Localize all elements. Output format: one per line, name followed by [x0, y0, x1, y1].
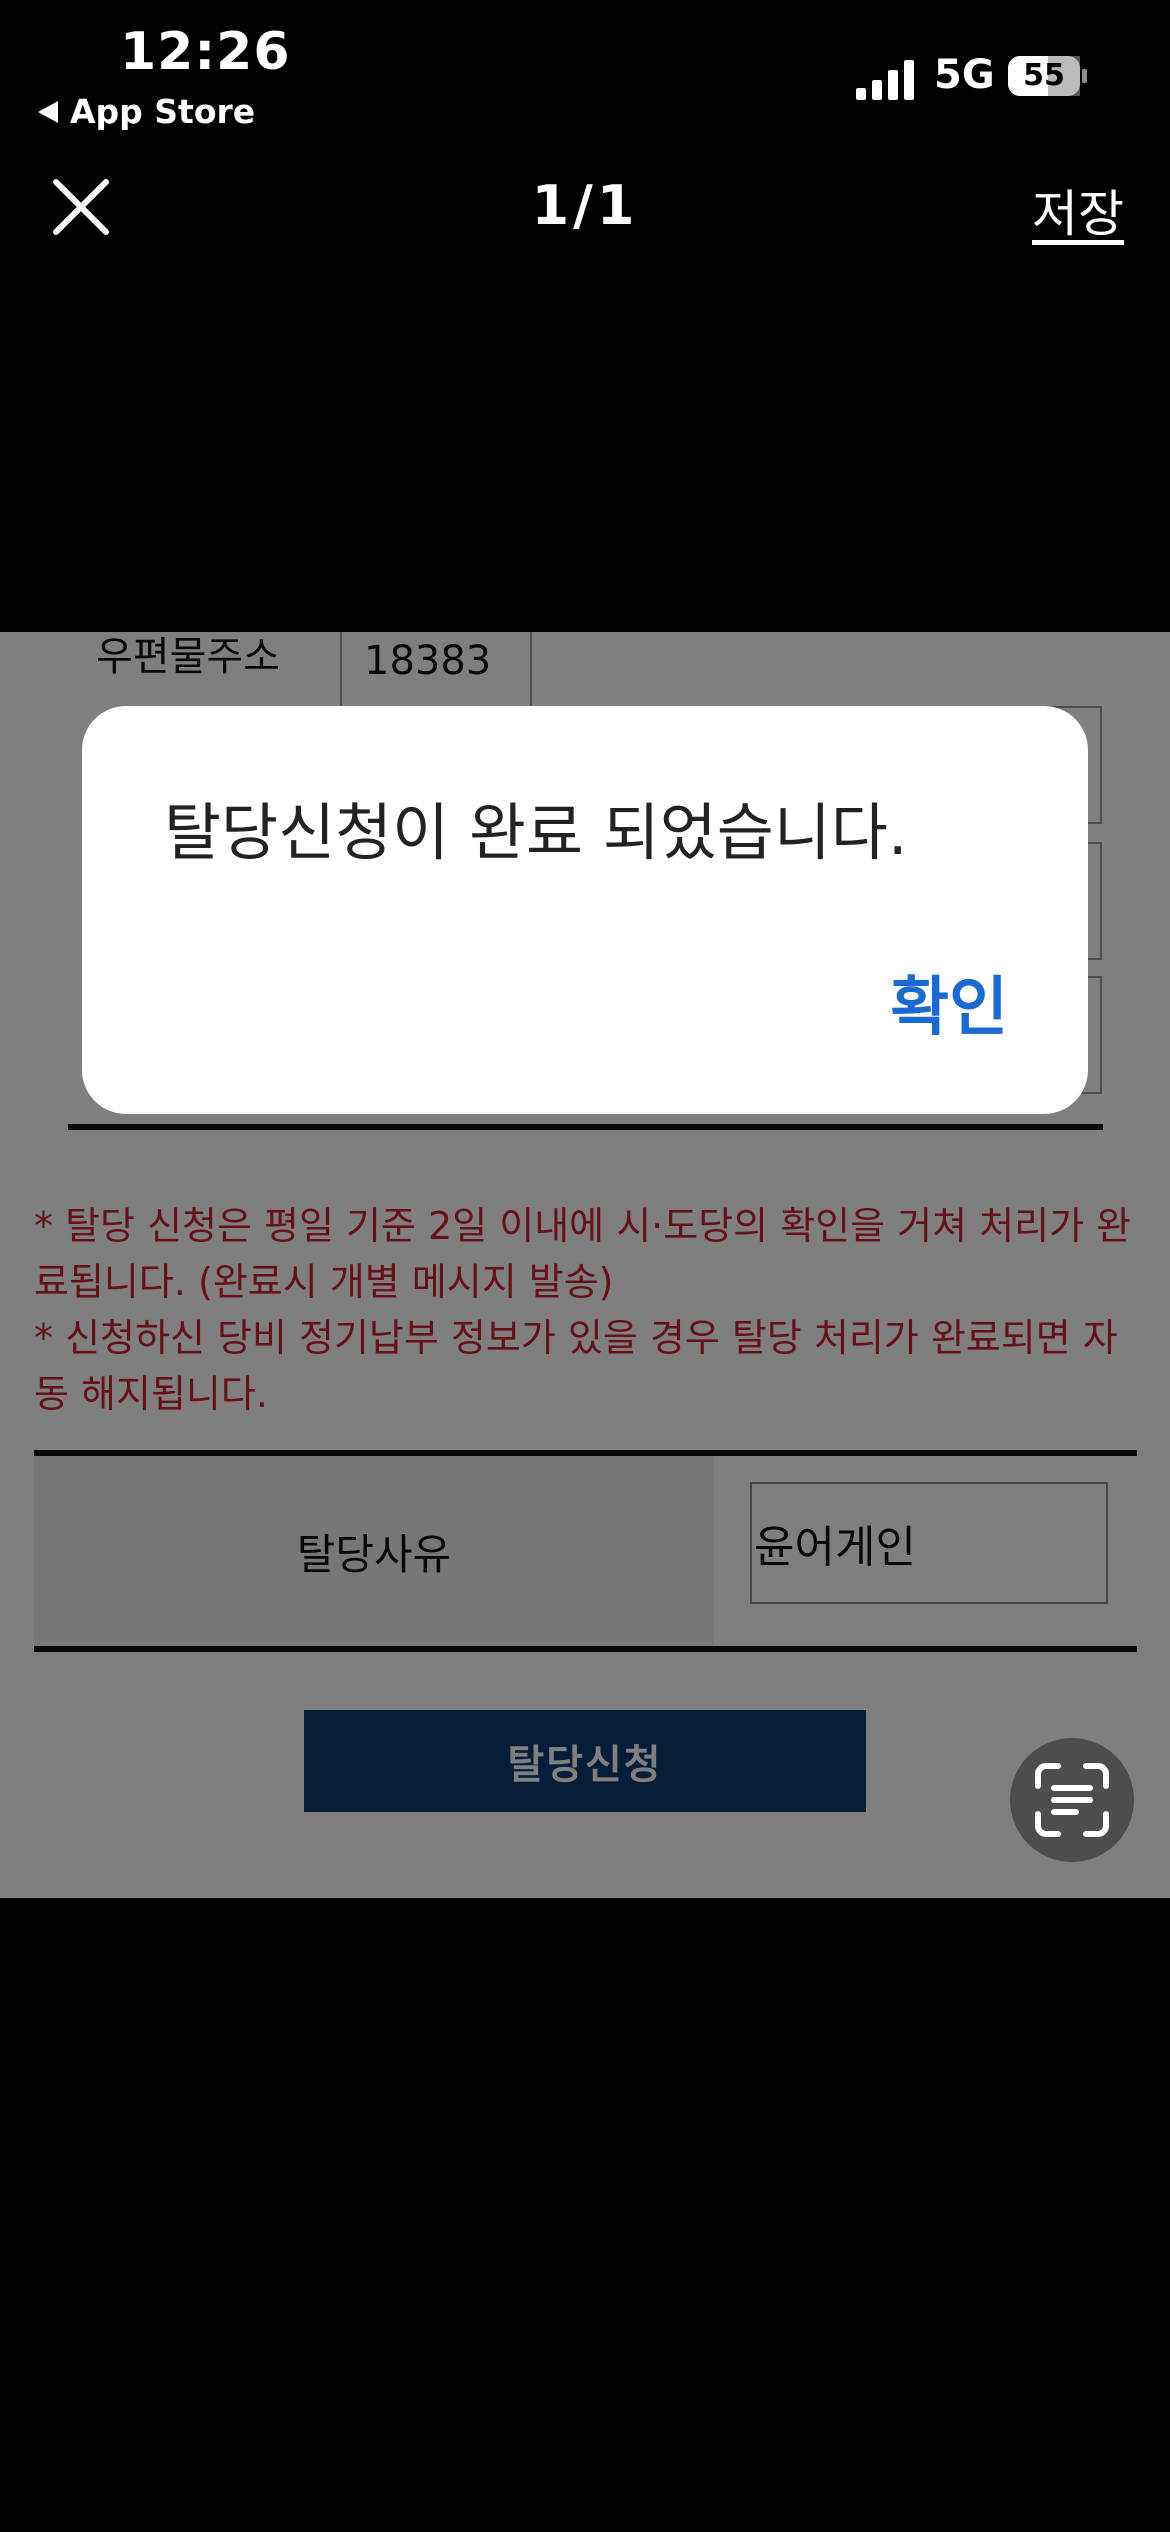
back-to-app-button[interactable]: App Store	[38, 92, 255, 131]
alert-dialog: 탈당신청이 완료 되었습니다. 확인	[82, 706, 1088, 1114]
dialog-confirm-button: 확인	[890, 971, 1008, 1045]
back-app-label: App Store	[70, 92, 256, 131]
save-button[interactable]: 저장	[1032, 174, 1124, 246]
signal-icon	[856, 60, 914, 100]
battery-icon: 55	[1008, 56, 1088, 96]
screenshot-image: 우편물주소 18383 * 탈당 신청은 평일 기준 2일 이내에 시·도당의 …	[0, 632, 1170, 1898]
live-text-scan-icon	[1035, 1763, 1109, 1837]
battery-level: 55	[1023, 58, 1065, 93]
network-type: 5G	[934, 52, 995, 98]
image-counter: 1/1	[531, 174, 639, 237]
live-text-scan-button[interactable]	[1010, 1738, 1134, 1862]
status-time: 12:26	[120, 22, 291, 82]
dialog-message: 탈당신청이 완료 되었습니다.	[164, 796, 908, 869]
back-triangle-icon	[38, 100, 58, 123]
